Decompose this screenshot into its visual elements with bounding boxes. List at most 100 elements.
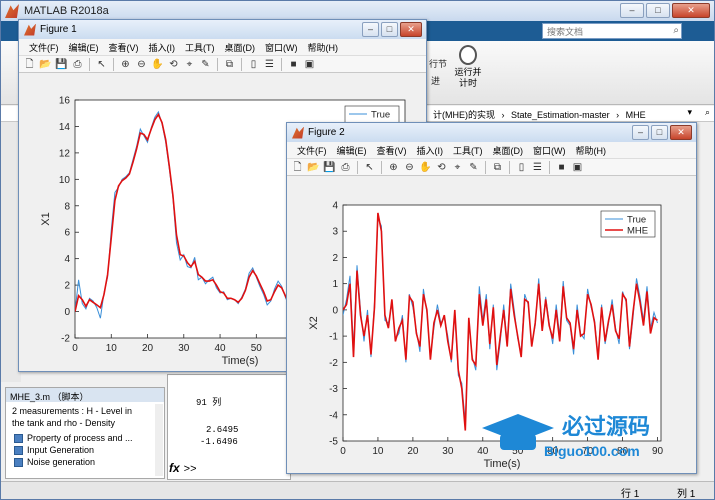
y-tick-label: 16 (59, 96, 71, 107)
data-cursor-icon[interactable]: ⌖ (451, 161, 464, 174)
list-item[interactable]: Noise generation (14, 456, 164, 468)
menu-view[interactable]: 查看(V) (377, 144, 407, 157)
path-segment[interactable]: MHE (626, 110, 646, 120)
menu-tools[interactable]: 工具(T) (453, 144, 483, 157)
zoom-out-icon[interactable]: ⊖ (403, 161, 416, 174)
menu-file[interactable]: 文件(F) (297, 144, 327, 157)
link-plot-icon[interactable]: ⧉ (491, 161, 504, 174)
search-documentation-input[interactable]: 搜索文档 ⌕ (542, 23, 682, 39)
figure2-titlebar[interactable]: Figure 2 – □ ✕ (287, 123, 696, 142)
y-tick-label: -2 (329, 358, 338, 369)
status-row: 行 1 (621, 489, 640, 500)
address-search-icon[interactable]: ⌕ (705, 107, 710, 118)
cmd-output-line: 2.6495 (206, 425, 239, 435)
run-and-time-button[interactable]: 运行并 计时 (454, 45, 482, 89)
path-segment[interactable]: 计(MHE)的实现 (433, 110, 495, 120)
minimize-button[interactable]: – (362, 22, 379, 37)
new-figure-icon[interactable]: 🗋 (23, 58, 36, 71)
open-icon[interactable]: 📂 (307, 161, 320, 174)
toolbar-divider (89, 57, 90, 71)
pointer-icon[interactable]: ↖ (95, 58, 108, 71)
path-segment[interactable]: State_Estimation-master (511, 110, 610, 120)
list-item-label: Noise generation (27, 457, 96, 467)
figure1-toolbar: 🗋 📂 💾 ⎙ ↖ ⊕ ⊖ ✋ ⟲ ⌖ ✎ ⧉ ▯ ☰ ■ ▣ (19, 55, 426, 73)
stopwatch-icon (459, 45, 477, 65)
zoom-in-icon[interactable]: ⊕ (119, 58, 132, 71)
section-icon (14, 433, 23, 443)
menu-window[interactable]: 窗口(W) (533, 144, 566, 157)
save-icon[interactable]: 💾 (323, 161, 336, 174)
menu-insert[interactable]: 插入(I) (417, 144, 444, 157)
maximize-button[interactable]: □ (381, 22, 398, 37)
show-tools-icon[interactable]: ▣ (303, 58, 316, 71)
new-figure-icon[interactable]: 🗋 (291, 161, 304, 174)
details-scrollbar[interactable] (155, 404, 163, 476)
hide-tools-icon[interactable]: ■ (287, 58, 300, 71)
run-section-label[interactable]: 行节 (429, 57, 447, 70)
show-tools-icon[interactable]: ▣ (571, 161, 584, 174)
list-item[interactable]: Input Generation (14, 444, 164, 456)
print-icon[interactable]: ⎙ (71, 58, 84, 71)
rotate-icon[interactable]: ⟲ (167, 58, 180, 71)
close-button[interactable]: ✕ (400, 22, 422, 37)
menu-file[interactable]: 文件(F) (29, 41, 59, 54)
link-plot-icon[interactable]: ⧉ (223, 58, 236, 71)
close-button[interactable]: ✕ (672, 3, 710, 18)
legend-entry: True (627, 215, 646, 226)
menu-tools[interactable]: 工具(T) (185, 41, 215, 54)
search-placeholder: 搜索文档 (547, 27, 584, 37)
figure2-toolbar: 🗋 📂 💾 ⎙ ↖ ⊕ ⊖ ✋ ⟲ ⌖ ✎ ⧉ ▯ ☰ ■ ▣ (287, 158, 696, 176)
menu-window[interactable]: 窗口(W) (265, 41, 298, 54)
zoom-out-icon[interactable]: ⊖ (135, 58, 148, 71)
maximize-button[interactable]: □ (646, 3, 670, 18)
close-button[interactable]: ✕ (670, 125, 692, 140)
menu-edit[interactable]: 编辑(E) (69, 41, 99, 54)
minimize-button[interactable]: – (620, 3, 644, 18)
maximize-button[interactable]: □ (651, 125, 668, 140)
menu-desktop[interactable]: 桌面(D) (225, 41, 256, 54)
section-icon (14, 445, 23, 455)
menu-edit[interactable]: 编辑(E) (337, 144, 367, 157)
y-tick-label: 10 (59, 175, 71, 186)
toolbar-divider (549, 160, 550, 174)
menu-view[interactable]: 查看(V) (109, 41, 139, 54)
matlab-titlebar: MATLAB R2018a – □ ✕ (1, 1, 714, 21)
pan-icon[interactable]: ✋ (419, 161, 432, 174)
address-dropdown-icon[interactable]: ▾ (687, 107, 692, 118)
pan-icon[interactable]: ✋ (151, 58, 164, 71)
colorbar-icon[interactable]: ▯ (247, 58, 260, 71)
y-tick-label: -4 (329, 410, 338, 421)
rotate-icon[interactable]: ⟲ (435, 161, 448, 174)
save-icon[interactable]: 💾 (55, 58, 68, 71)
minimize-button[interactable]: – (632, 125, 649, 140)
y-tick-label: 14 (59, 122, 71, 133)
figure1-titlebar[interactable]: Figure 1 – □ ✕ (19, 20, 426, 39)
y-tick-label: 1 (332, 279, 338, 290)
pointer-icon[interactable]: ↖ (363, 161, 376, 174)
menu-help[interactable]: 帮助(H) (308, 41, 339, 54)
cmd-output-line: -1.6496 (200, 437, 238, 447)
brush-icon[interactable]: ✎ (199, 58, 212, 71)
figure-icon (292, 126, 304, 139)
print-icon[interactable]: ⎙ (339, 161, 352, 174)
fx-icon[interactable]: fx (169, 461, 180, 475)
menu-help[interactable]: 帮助(H) (576, 144, 607, 157)
zoom-in-icon[interactable]: ⊕ (387, 161, 400, 174)
brush-icon[interactable]: ✎ (467, 161, 480, 174)
x-tick-label: 30 (442, 446, 454, 457)
advance-label[interactable]: 进 (431, 74, 440, 87)
list-item[interactable]: Property of process and ... (14, 432, 164, 444)
command-prompt[interactable]: fx >> (169, 461, 197, 475)
hide-tools-icon[interactable]: ■ (555, 161, 568, 174)
x-tick-label: 0 (340, 446, 346, 457)
legend-icon[interactable]: ☰ (263, 58, 276, 71)
y-tick-label: -3 (329, 384, 338, 395)
x-tick-label: 10 (106, 343, 118, 354)
colorbar-icon[interactable]: ▯ (515, 161, 528, 174)
legend-icon[interactable]: ☰ (531, 161, 544, 174)
data-cursor-icon[interactable]: ⌖ (183, 58, 196, 71)
figure1-title: Figure 1 (40, 24, 77, 35)
menu-desktop[interactable]: 桌面(D) (493, 144, 524, 157)
open-icon[interactable]: 📂 (39, 58, 52, 71)
menu-insert[interactable]: 插入(I) (149, 41, 176, 54)
